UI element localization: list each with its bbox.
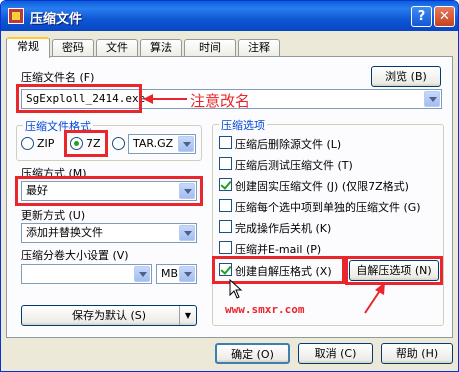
tab-password[interactable]: 密码 (52, 39, 94, 57)
option-test-archive-label: 压缩后测试压缩文件 (T) (235, 159, 353, 172)
option-email-checkbox[interactable] (219, 241, 232, 254)
chevron-down-icon[interactable] (179, 225, 195, 241)
mouse-cursor-icon (229, 279, 243, 299)
targz-radio[interactable] (112, 137, 125, 150)
watermark: www.smxr.com (225, 303, 305, 316)
close-icon[interactable]: ✕ (434, 6, 455, 27)
option-test-archive-checkbox[interactable] (219, 157, 232, 170)
chevron-down-icon[interactable]: ▼ (179, 306, 196, 325)
volume-unit-select[interactable]: MB (156, 264, 197, 284)
chevron-down-icon[interactable] (424, 91, 440, 107)
help-button[interactable]: 帮助 (H) (381, 343, 453, 364)
volume-label: 压缩分卷大小设置 (V) (21, 249, 129, 262)
update-label: 更新方式 (U) (21, 209, 86, 222)
ok-button[interactable]: 确定 (O) (215, 343, 290, 364)
targz-label: TAR.GZ (133, 137, 174, 150)
option-separate-checkbox[interactable] (219, 199, 232, 212)
highlight-sfx-button (345, 256, 443, 285)
tab-files[interactable]: 文件 (96, 39, 138, 57)
chevron-down-icon[interactable] (178, 136, 194, 152)
browse-button[interactable]: 浏览 (B) (371, 66, 441, 87)
save-default-button[interactable]: 保存为默认 (S) ▼ (21, 305, 197, 326)
zip-radio[interactable] (21, 137, 34, 150)
option-solid-label: 创建固实压缩文件 (J) (仅限7Z格式) (235, 180, 409, 193)
option-shutdown-checkbox[interactable] (219, 220, 232, 233)
option-shutdown-label: 完成操作后关机 (K) (235, 222, 332, 235)
tab-algorithm[interactable]: 算法 (140, 39, 182, 57)
arrow-up-right-icon (364, 282, 385, 314)
arrow-left-icon (143, 94, 187, 104)
tab-time[interactable]: 时间 (184, 39, 236, 57)
volume-unit-value: MB (161, 267, 179, 280)
options-group-title: 压缩选项 (219, 117, 267, 133)
chevron-down-icon[interactable] (179, 266, 195, 282)
targz-select[interactable]: TAR.GZ (128, 134, 196, 154)
highlight-method (15, 176, 203, 206)
option-separate-label: 压缩每个选中项到单独的压缩文件 (G) (235, 201, 421, 214)
volume-size-input[interactable] (21, 264, 152, 284)
option-delete-source-label: 压缩后删除源文件 (L) (235, 138, 342, 151)
option-delete-source-checkbox[interactable] (219, 136, 232, 149)
option-email-label: 压缩并E-mail (P) (235, 243, 322, 256)
app-icon (8, 8, 24, 24)
general-panel: 压缩文件名 (F) 浏览 (B) SgExploll_2414.exe 注意改名… (6, 56, 453, 338)
compress-dialog: 压缩文件 ? ✕ 常规 密码 文件 算法 时间 注释 压缩文件名 (F) 浏览 … (0, 0, 459, 372)
highlight-7z (64, 130, 108, 157)
tab-general[interactable]: 常规 (6, 37, 50, 58)
rename-annotation: 注意改名 (190, 92, 251, 110)
window-title: 压缩文件 (30, 12, 83, 27)
help-icon[interactable]: ? (411, 6, 432, 27)
chevron-down-icon[interactable] (134, 266, 150, 282)
tab-comment[interactable]: 注释 (238, 39, 280, 57)
save-default-label: 保存为默认 (S) (71, 309, 147, 322)
cancel-button[interactable]: 取消 (C) (298, 343, 373, 364)
archive-name-label: 压缩文件名 (F) (21, 71, 95, 84)
highlight-archive-name (16, 84, 142, 113)
zip-label: ZIP (37, 137, 55, 150)
update-select[interactable]: 添加并替换文件 (21, 223, 197, 243)
update-value: 添加并替换文件 (26, 226, 103, 239)
option-solid-checkbox[interactable] (219, 178, 232, 191)
title-bar[interactable]: 压缩文件 ? ✕ (1, 1, 458, 31)
